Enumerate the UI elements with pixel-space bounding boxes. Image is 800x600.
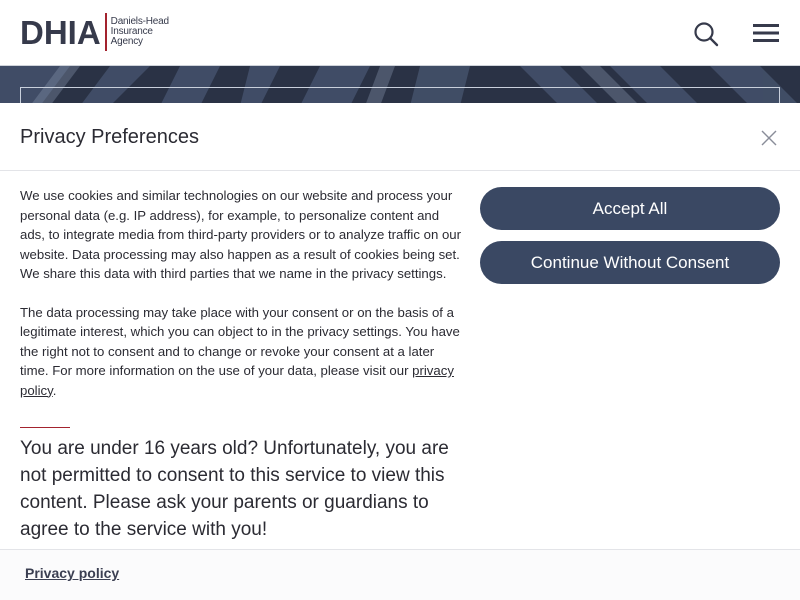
- accent-divider: [20, 427, 70, 428]
- privacy-preferences-dialog: Privacy Preferences We use cookies and s…: [0, 103, 800, 600]
- continue-without-consent-button[interactable]: Continue Without Consent: [480, 241, 780, 284]
- consent-description: We use cookies and similar technologies …: [20, 186, 465, 419]
- dhia-logo[interactable]: DHIA Daniels-Head Insurance Agency: [20, 12, 169, 52]
- site-header: DHIA Daniels-Head Insurance Agency: [0, 0, 800, 66]
- consent-text-end: .: [52, 382, 57, 398]
- logo-subtitle-line: Agency: [110, 36, 143, 47]
- logo-subtitle: Daniels-Head Insurance Agency: [111, 17, 169, 47]
- consent-paragraph: We use cookies and similar technologies …: [20, 188, 462, 281]
- dialog-footer: Privacy policy: [0, 549, 800, 600]
- logo-wordmark: DHIA: [20, 13, 101, 51]
- age-warning-text: You are under 16 years old? Unfortunatel…: [20, 438, 449, 540]
- accept-all-button[interactable]: Accept All: [480, 187, 780, 230]
- dialog-header: Privacy Preferences: [0, 103, 800, 171]
- logo-divider: [104, 13, 107, 51]
- consent-text: The data processing may take place with …: [20, 304, 460, 379]
- close-icon[interactable]: [759, 128, 779, 148]
- privacy-policy-link[interactable]: Privacy policy: [25, 565, 119, 581]
- dialog-title: Privacy Preferences: [20, 126, 199, 148]
- consent-paragraph: The data processing may take place with …: [20, 303, 465, 401]
- search-icon[interactable]: [692, 20, 720, 48]
- hamburger-menu-icon[interactable]: [752, 22, 780, 44]
- hero-image: [0, 66, 800, 106]
